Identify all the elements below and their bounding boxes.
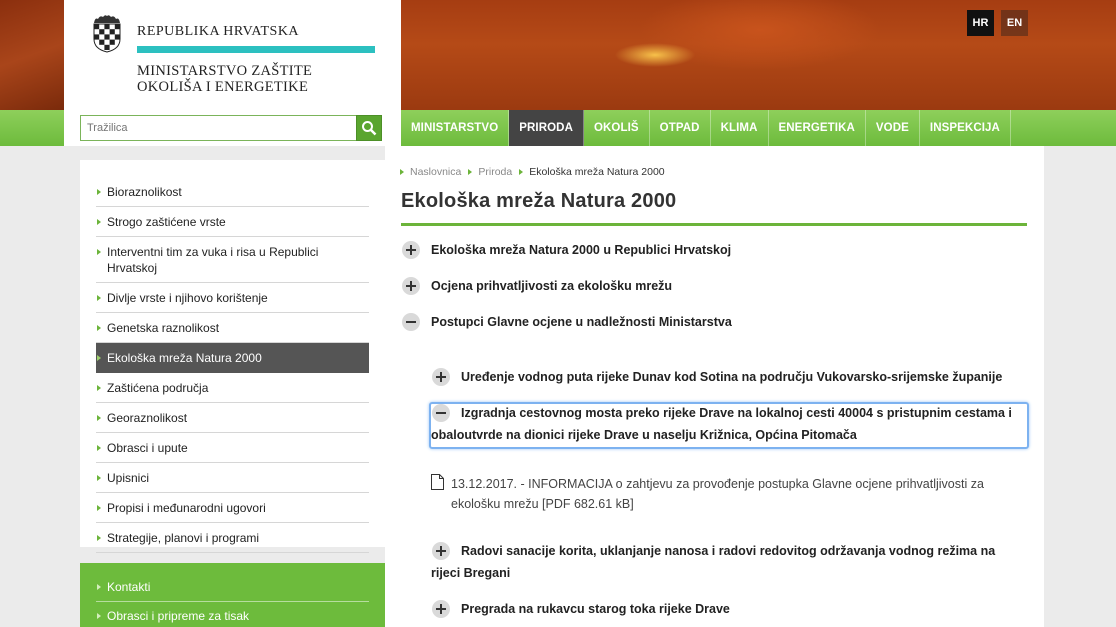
main-navigation: MINISTARSTVO PRIRODA OKOLIŠ OTPAD KLIMA …	[401, 110, 1011, 146]
sidebar-item-strategije[interactable]: Strategije, planovi i programi	[96, 523, 369, 553]
accordion-item-ocjena-prihvatljivosti[interactable]: Ocjena prihvatljivosti za ekološku mrežu	[431, 275, 672, 297]
nav-item-inspekcija[interactable]: INSPEKCIJA	[920, 110, 1011, 146]
ministry-name-line1: MINISTARSTVO ZAŠTITE	[137, 63, 313, 79]
breadcrumb: Naslovnica Priroda Ekološka mreža Natura…	[400, 166, 672, 178]
nav-item-klima[interactable]: KLIMA	[711, 110, 769, 146]
brand-stripe	[137, 46, 375, 53]
expand-plus-icon[interactable]	[432, 368, 450, 386]
sidebar-item-obrasci-pripreme[interactable]: Obrasci i pripreme za tisak	[96, 602, 369, 627]
nav-item-energetika[interactable]: ENERGETIKA	[769, 110, 866, 146]
accordion-item-postupci-glavne-ocjene[interactable]: Postupci Glavne ocjene u nadležnosti Min…	[431, 311, 732, 333]
search-form	[80, 115, 382, 141]
search-icon	[362, 121, 377, 136]
sidebar-menu: Bioraznolikost Strogo zaštićene vrste In…	[96, 177, 369, 553]
breadcrumb-current: Ekološka mreža Natura 2000	[519, 166, 665, 178]
header-banner-left	[0, 0, 64, 110]
nav-item-priroda[interactable]: PRIRODA	[509, 110, 584, 146]
expand-plus-icon[interactable]	[432, 600, 450, 618]
language-hr-button[interactable]: HR	[967, 10, 994, 36]
search-button[interactable]	[356, 115, 382, 141]
nav-item-ministarstvo[interactable]: MINISTARSTVO	[401, 110, 510, 146]
sidebar-item-propisi[interactable]: Propisi i međunarodni ugovori	[96, 493, 369, 523]
sidebar-item-interventni-tim[interactable]: Interventni tim za vuka i risa u Republi…	[96, 237, 369, 283]
sidebar-item-obrasci-upute[interactable]: Obrasci i upute	[96, 433, 369, 463]
nav-item-vode[interactable]: VODE	[866, 110, 920, 146]
sidebar-item-georaznolikost[interactable]: Georaznolikost	[96, 403, 369, 433]
sidebar-item-kontakti[interactable]: Kontakti	[96, 573, 369, 602]
sidebar-item-strogo-zasticene-vrste[interactable]: Strogo zaštićene vrste	[96, 207, 369, 237]
sidebar: Bioraznolikost Strogo zaštićene vrste In…	[80, 160, 385, 553]
document-link[interactable]: 13.12.2017. - INFORMACIJA o zahtjevu za …	[451, 474, 1011, 514]
breadcrumb-home[interactable]: Naslovnica	[400, 166, 461, 178]
sidebar-item-bioraznolikost[interactable]: Bioraznolikost	[96, 177, 369, 207]
sidebar-item-upisnici[interactable]: Upisnici	[96, 463, 369, 493]
sidebar-item-zasticena-podrucja[interactable]: Zaštićena područja	[96, 373, 369, 403]
sidebar-item-natura-2000[interactable]: Ekološka mreža Natura 2000	[96, 343, 369, 373]
republic-name: REPUBLIKA HRVATSKA	[137, 24, 300, 39]
expand-plus-icon[interactable]	[402, 241, 420, 259]
language-en-button[interactable]: EN	[1001, 10, 1028, 36]
accordion-item-natura-rh[interactable]: Ekološka mreža Natura 2000 u Republici H…	[431, 239, 731, 261]
subaccordion-item-most-drava[interactable]: Izgradnja cestovnog mosta preko rijeke D…	[431, 402, 1025, 446]
ministry-name: MINISTARSTVO ZAŠTITE OKOLIŠA I ENERGETIK…	[137, 63, 312, 95]
sidebar-secondary: Kontakti Obrasci i pripreme za tisak	[80, 563, 385, 627]
subaccordion-item-bregana[interactable]: Radovi sanacije korita, uklanjanje nanos…	[431, 540, 1025, 584]
collapse-minus-icon[interactable]	[402, 313, 420, 331]
coat-of-arms-icon	[93, 15, 121, 53]
sidebar-item-genetska-raznolikost[interactable]: Genetska raznolikost	[96, 313, 369, 343]
sidebar-secondary-menu: Kontakti Obrasci i pripreme za tisak	[96, 573, 369, 627]
nav-item-otpad[interactable]: OTPAD	[650, 110, 711, 146]
subaccordion-item-pregrada-drava[interactable]: Pregrada na rukavcu starog toka rijeke D…	[461, 598, 730, 620]
breadcrumb-priroda[interactable]: Priroda	[468, 166, 512, 178]
main-content: Naslovnica Priroda Ekološka mreža Natura…	[385, 146, 1044, 627]
page-title: Ekološka mreža Natura 2000	[401, 190, 677, 212]
document-icon	[431, 474, 444, 490]
nav-item-okolis[interactable]: OKOLIŠ	[584, 110, 650, 146]
subaccordion-item-dunav-sotin[interactable]: Uređenje vodnog puta rijeke Dunav kod So…	[461, 366, 1002, 388]
title-underline	[401, 223, 1027, 226]
search-input[interactable]	[80, 115, 357, 141]
expand-plus-icon[interactable]	[402, 277, 420, 295]
ministry-name-line2: OKOLIŠA I ENERGETIKE	[137, 79, 309, 95]
sidebar-item-divlje-vrste[interactable]: Divlje vrste i njihovo korištenje	[96, 283, 369, 313]
